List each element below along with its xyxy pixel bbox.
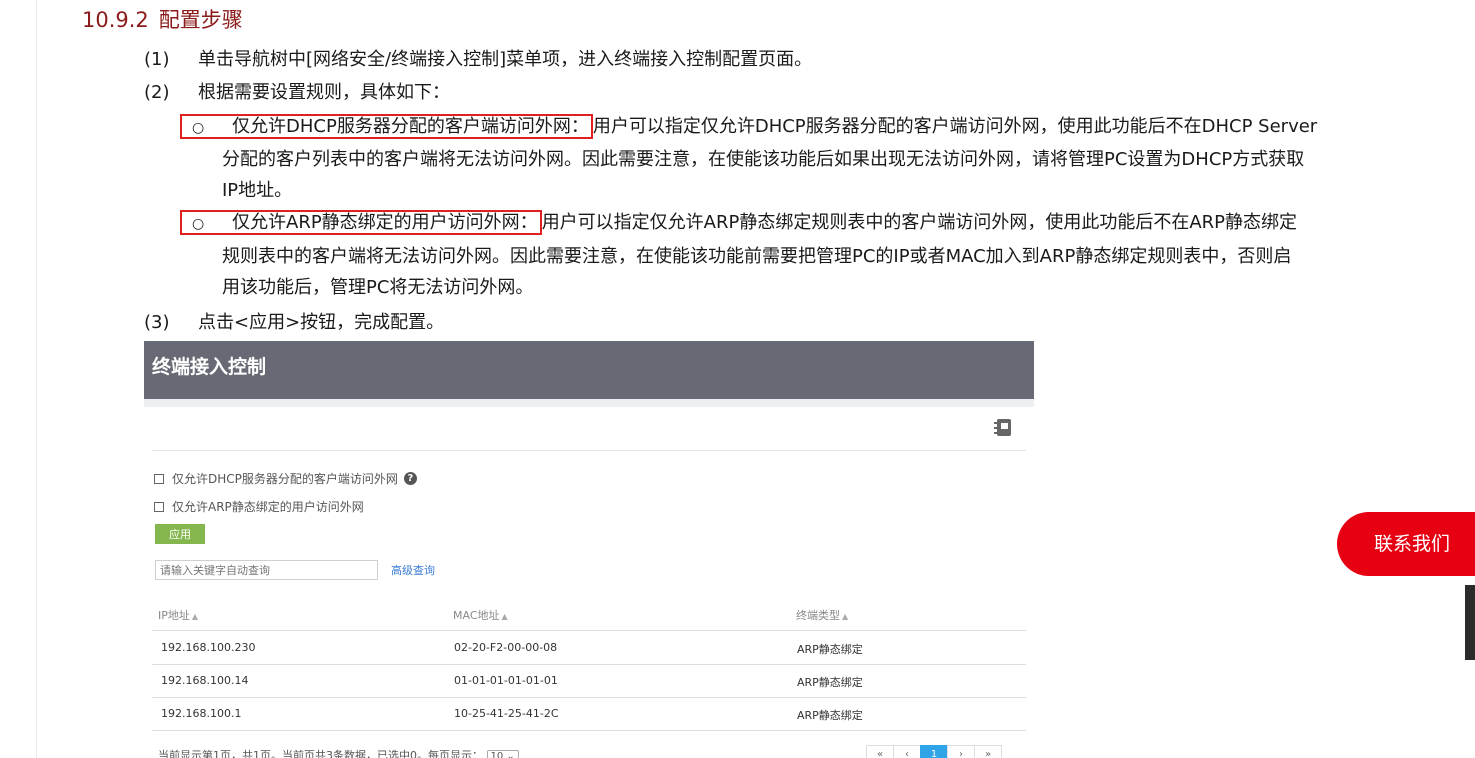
chevron-down-icon: ⌄ [506,751,515,758]
step-text: 单击导航树中[网络安全/终端接入控制]菜单项，进入终端接入控制配置页面。 [198,49,813,70]
step-2: (2) 根据需要设置规则，具体如下： [144,77,450,108]
column-label: MAC地址 [453,609,500,622]
panel-header-strip [144,399,1034,407]
bullet-arp-line-3: 用该功能后，管理PC将无法访问外网。 [222,277,534,298]
cell-ip: 192.168.100.230 [161,641,256,654]
option-arp-row: 仅允许ARP静态绑定的用户访问外网 [154,498,364,515]
arp-only-checkbox[interactable] [154,501,164,512]
search-input[interactable] [155,560,378,580]
bullet-arp: ○ 仅允许ARP静态绑定的用户访问外网： 用户可以指定仅允许ARP静态绑定规则表中的… [180,207,1298,240]
table-row[interactable]: 192.168.100.1 10-25-41-25-41-2C ARP静态绑定 [152,697,1026,731]
contact-us-button[interactable]: 联系我们 [1337,512,1475,576]
dhcp-only-checkbox[interactable] [154,473,164,484]
next-page-button[interactable]: › [947,745,975,758]
bullet-term: 仅允许ARP静态绑定的用户访问外网： [232,212,538,233]
cell-mac: 01-01-01-01-01-01 [454,674,558,687]
highlight-box-arp: ○ 仅允许ARP静态绑定的用户访问外网： [180,210,542,235]
section-heading: 10.9.2 配置步骤 [82,4,243,34]
page-1-button[interactable]: 1 [920,745,948,758]
bullet-text: 用户可以指定仅允许DHCP服务器分配的客户端访问外网，使用此功能后不在DHCP … [592,116,1318,137]
help-icon[interactable]: ? [403,472,417,485]
column-header-mac[interactable]: MAC地址 ▲ [453,607,508,623]
prev-page-button[interactable]: ‹ [893,745,921,758]
dhcp-only-label: 仅允许DHCP服务器分配的客户端访问外网 [172,472,398,486]
panel-divider [152,450,1026,451]
last-page-button[interactable]: » [974,745,1002,758]
bullet-text: 用户可以指定仅允许ARP静态绑定规则表中的客户端访问外网，使用此功能后不在ARP… [541,212,1298,233]
manual-book-icon[interactable] [994,419,1011,436]
page-size-select[interactable]: 10 ⌄ [486,750,519,758]
bullet-marker: ○ [192,216,205,232]
footer-summary: 当前显示第1页，共1页。当前页共3条数据，已选中0。每页显示： [158,749,483,758]
arp-only-label: 仅允许ARP静态绑定的用户访问外网 [172,500,364,514]
section-number: 10.9.2 [82,8,149,32]
table-header: IP地址 ▲ MAC地址 ▲ 终端类型 ▲ [152,603,1026,631]
step-3: (3) 点击<应用>按钮，完成配置。 [144,307,444,338]
step-number: (2) [144,82,170,103]
step-text: 点击<应用>按钮，完成配置。 [198,312,445,333]
sort-ascending-icon: ▲ [501,612,508,621]
step-number: (3) [144,312,170,333]
table-row[interactable]: 192.168.100.230 02-20-F2-00-00-08 ARP静态绑… [152,631,1026,665]
section-title: 配置步骤 [158,8,243,32]
option-dhcp-row: 仅允许DHCP服务器分配的客户端访问外网 ? [154,470,417,487]
page-size-value: 10 [490,751,504,758]
column-header-ip[interactable]: IP地址 ▲ [158,607,198,623]
step-1: (1) 单击导航树中[网络安全/终端接入控制]菜单项，进入终端接入控制配置页面。 [144,44,812,75]
bullet-dhcp-line-3: IP地址。 [222,180,293,201]
table-row[interactable]: 192.168.100.14 01-01-01-01-01-01 ARP静态绑定 [152,664,1026,698]
cell-type: ARP静态绑定 [797,676,863,689]
step-text: 根据需要设置规则，具体如下： [198,82,450,103]
advanced-search-link[interactable]: 高级查询 [391,562,435,578]
column-label: 终端类型 [796,609,840,622]
column-label: IP地址 [158,609,190,622]
bullet-dhcp-line-2: 分配的客户列表中的客户端将无法访问外网。因此需要注意，在使能该功能后如果出现无法… [222,149,1305,170]
bullet-dhcp: ○ 仅允许DHCP服务器分配的客户端访问外网： 用户可以指定仅允许DHCP服务器分配… [180,111,1318,144]
column-header-type[interactable]: 终端类型 ▲ [796,607,848,623]
scrollbar-thumb[interactable] [1465,585,1475,660]
bullet-arp-line-2: 规则表中的客户端将无法访问外网。因此需要注意，在使能该功能前需要把管理PC的IP… [222,246,1292,267]
first-page-button[interactable]: « [866,745,894,758]
cell-ip: 192.168.100.1 [161,707,242,720]
panel-title: 终端接入控制 [144,341,1034,399]
cell-type: ARP静态绑定 [797,643,863,656]
cell-ip: 192.168.100.14 [161,674,249,687]
cell-mac: 02-20-F2-00-00-08 [454,641,558,654]
cell-type: ARP静态绑定 [797,709,863,722]
bullet-term: 仅允许DHCP服务器分配的客户端访问外网： [232,116,589,137]
apply-button[interactable]: 应用 [155,524,205,544]
pagination: « ‹ 1 › » [866,745,1002,758]
access-control-screenshot-panel: 终端接入控制 仅允许DHCP服务器分配的客户端访问外网 ? 仅允许ARP静态绑定… [144,341,1034,758]
sort-ascending-icon: ▲ [842,612,849,621]
highlight-box-dhcp: ○ 仅允许DHCP服务器分配的客户端访问外网： [180,114,593,139]
table-footer: 当前显示第1页，共1页。当前页共3条数据，已选中0。每页显示： 10 ⌄ [158,747,519,758]
bullet-marker: ○ [192,120,205,136]
step-number: (1) [144,49,170,70]
cell-mac: 10-25-41-25-41-2C [454,707,559,720]
sort-ascending-icon: ▲ [191,612,199,621]
page-left-rule [36,0,37,758]
